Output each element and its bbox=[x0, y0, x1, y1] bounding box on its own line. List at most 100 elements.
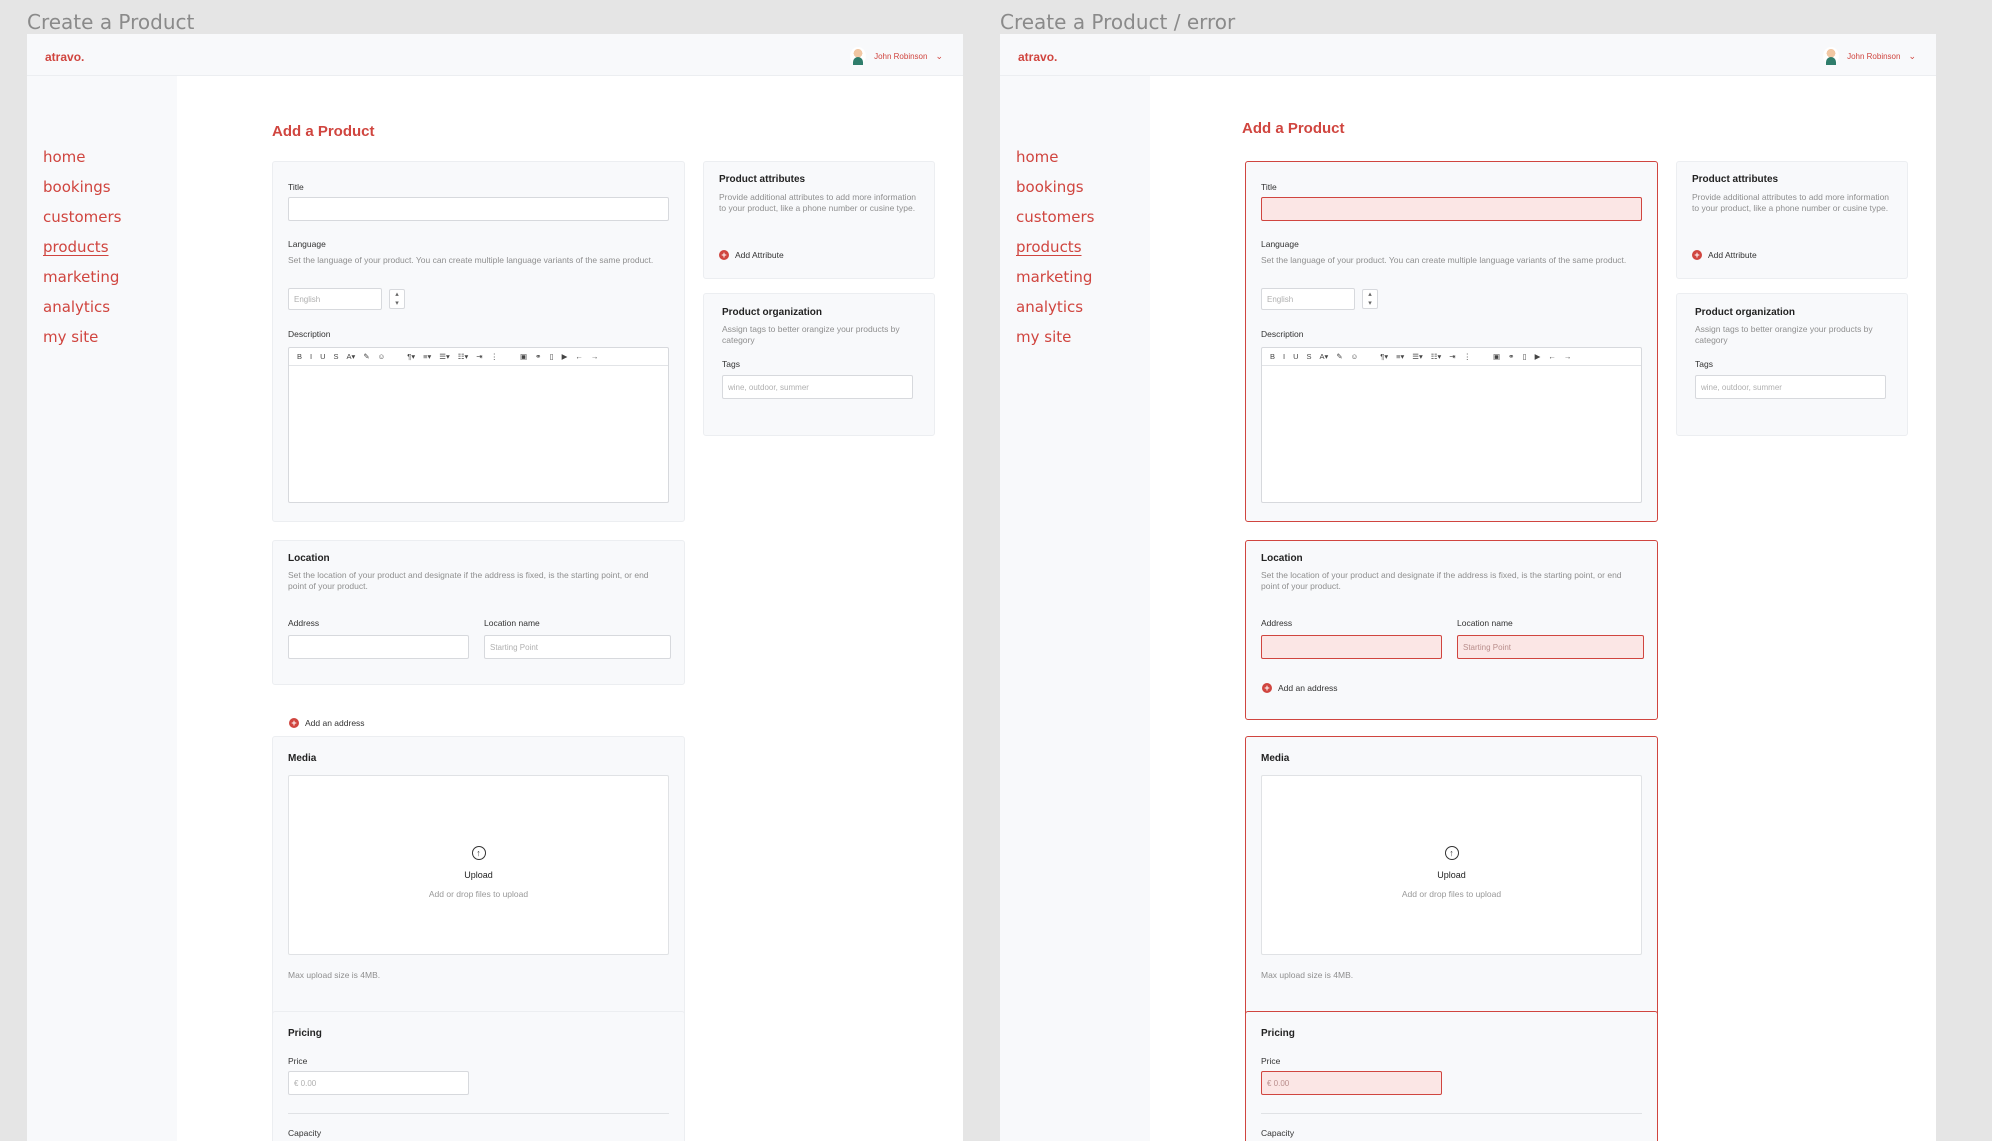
editor-toolbar: B I U S A▾ ✎ ☺ ¶▾ ≡▾ ☰▾ ☷▾ ⇥ ⋮ ▣ ⚭ ▯ ▶ ← bbox=[289, 348, 668, 366]
title-input[interactable] bbox=[288, 197, 669, 221]
description-label: Description bbox=[288, 329, 331, 339]
location-name-input[interactable]: Starting Point bbox=[484, 635, 671, 659]
avatar bbox=[1823, 47, 1840, 65]
more-icon[interactable]: ⋮ bbox=[1464, 352, 1472, 361]
nav-item-marketing[interactable]: marketing bbox=[1016, 268, 1094, 286]
nav-item-home[interactable]: home bbox=[43, 148, 121, 166]
highlight-icon[interactable]: ✎ bbox=[363, 352, 369, 361]
location-help: Set the location of your product and des… bbox=[1261, 570, 1622, 592]
nav-item-analytics[interactable]: analytics bbox=[1016, 298, 1094, 316]
nav-item-analytics[interactable]: analytics bbox=[43, 298, 121, 316]
nav-item-customers[interactable]: customers bbox=[43, 208, 121, 226]
organization-help: Assign tags to better orangize your prod… bbox=[722, 324, 900, 346]
location-name-input[interactable]: Starting Point bbox=[1457, 635, 1644, 659]
title-input[interactable] bbox=[1261, 197, 1642, 221]
add-address-link[interactable]: + Add an address bbox=[1262, 683, 1338, 693]
link-icon[interactable]: ⚭ bbox=[1508, 352, 1514, 361]
ordered-list-icon[interactable]: ☷▾ bbox=[1431, 352, 1442, 361]
language-select[interactable]: English bbox=[288, 288, 382, 310]
paragraph-icon[interactable]: ¶▾ bbox=[407, 352, 415, 361]
nav-item-products[interactable]: products bbox=[1016, 238, 1094, 256]
bold-icon[interactable]: B bbox=[1270, 352, 1275, 361]
emoji-icon[interactable]: ☺ bbox=[378, 352, 386, 361]
logo[interactable]: atravo. bbox=[1018, 50, 1057, 64]
attributes-card: Product attributes Provide additional at… bbox=[703, 161, 935, 279]
indent-icon[interactable]: ⇥ bbox=[476, 352, 482, 361]
description-editor[interactable]: B I U S A▾ ✎ ☺ ¶▾ ≡▾ ☰▾ ☷▾ ⇥ ⋮ ▣ ⚭ ▯ ▶ ← bbox=[288, 347, 669, 503]
description-editor[interactable]: B I U S A▾ ✎ ☺ ¶▾ ≡▾ ☰▾ ☷▾ ⇥ ⋮ ▣ ⚭ ▯ ▶ ← bbox=[1261, 347, 1642, 503]
underline-icon[interactable]: U bbox=[1293, 352, 1298, 361]
undo-icon[interactable]: ← bbox=[1548, 352, 1556, 361]
list-icon[interactable]: ☰▾ bbox=[1412, 352, 1423, 361]
italic-icon[interactable]: I bbox=[310, 352, 312, 361]
file-icon[interactable]: ▯ bbox=[549, 352, 553, 361]
italic-icon[interactable]: I bbox=[1283, 352, 1285, 361]
attributes-title: Product attributes bbox=[1692, 174, 1779, 185]
highlight-icon[interactable]: ✎ bbox=[1336, 352, 1342, 361]
media-card: Media ↑ Upload Add or drop files to uplo… bbox=[1245, 736, 1658, 1028]
redo-icon[interactable]: → bbox=[591, 352, 599, 361]
text-color-icon[interactable]: A▾ bbox=[1320, 352, 1329, 361]
upload-title: Upload bbox=[1437, 870, 1466, 880]
more-icon[interactable]: ⋮ bbox=[491, 352, 499, 361]
video-icon[interactable]: ▶ bbox=[1535, 352, 1541, 361]
image-icon[interactable]: ▣ bbox=[520, 352, 527, 361]
nav-item-bookings[interactable]: bookings bbox=[43, 178, 121, 196]
avatar bbox=[850, 47, 867, 65]
add-address-label: Add an address bbox=[1278, 683, 1338, 693]
emoji-icon[interactable]: ☺ bbox=[1351, 352, 1359, 361]
underline-icon[interactable]: U bbox=[320, 352, 325, 361]
indent-icon[interactable]: ⇥ bbox=[1449, 352, 1455, 361]
language-label: Language bbox=[288, 239, 326, 249]
location-card: Location Set the location of your produc… bbox=[272, 540, 685, 728]
image-icon[interactable]: ▣ bbox=[1493, 352, 1500, 361]
nav-item-products[interactable]: products bbox=[43, 238, 121, 256]
strike-icon[interactable]: S bbox=[334, 352, 339, 361]
max-upload-note: Max upload size is 4MB. bbox=[288, 970, 381, 980]
nav-item-bookings[interactable]: bookings bbox=[1016, 178, 1094, 196]
add-address-link[interactable]: + Add an address bbox=[289, 718, 365, 728]
upload-dropzone[interactable]: ↑ Upload Add or drop files to upload bbox=[1261, 775, 1642, 955]
ordered-list-icon[interactable]: ☷▾ bbox=[458, 352, 469, 361]
sidebar-nav: home bookings customers products marketi… bbox=[43, 148, 121, 358]
tags-input[interactable]: wine, outdoor, summer bbox=[1695, 375, 1886, 399]
add-attribute-link[interactable]: + Add Attribute bbox=[1692, 250, 1757, 260]
pricing-card: Pricing Price € 0.00 Capacity bbox=[1245, 1011, 1658, 1141]
list-icon[interactable]: ☰▾ bbox=[439, 352, 450, 361]
language-stepper[interactable]: ▴ ▾ bbox=[389, 289, 405, 309]
nav-item-my-site[interactable]: my site bbox=[1016, 328, 1094, 346]
file-icon[interactable]: ▯ bbox=[1522, 352, 1526, 361]
undo-icon[interactable]: ← bbox=[575, 352, 583, 361]
price-input[interactable]: € 0.00 bbox=[1261, 1071, 1442, 1095]
nav-item-customers[interactable]: customers bbox=[1016, 208, 1094, 226]
frame-label-error: Create a Product / error bbox=[1000, 10, 1236, 34]
upload-dropzone[interactable]: ↑ Upload Add or drop files to upload bbox=[288, 775, 669, 955]
nav-item-home[interactable]: home bbox=[1016, 148, 1094, 166]
topbar: atravo. John Robinson ⌄ bbox=[1000, 34, 1936, 76]
video-icon[interactable]: ▶ bbox=[562, 352, 568, 361]
address-input[interactable] bbox=[288, 635, 469, 659]
add-attribute-link[interactable]: + Add Attribute bbox=[719, 250, 784, 260]
nav-item-my-site[interactable]: my site bbox=[43, 328, 121, 346]
address-input[interactable] bbox=[1261, 635, 1442, 659]
logo[interactable]: atravo. bbox=[45, 50, 84, 64]
user-menu[interactable]: John Robinson ⌄ bbox=[1823, 47, 1916, 65]
user-menu[interactable]: John Robinson ⌄ bbox=[850, 47, 943, 65]
redo-icon[interactable]: → bbox=[1564, 352, 1572, 361]
divider bbox=[288, 1113, 669, 1114]
upload-title: Upload bbox=[464, 870, 493, 880]
tags-input[interactable]: wine, outdoor, summer bbox=[722, 375, 913, 399]
bold-icon[interactable]: B bbox=[297, 352, 302, 361]
price-label: Price bbox=[1261, 1056, 1281, 1066]
align-icon[interactable]: ≡▾ bbox=[1396, 352, 1404, 361]
link-icon[interactable]: ⚭ bbox=[535, 352, 541, 361]
language-stepper[interactable]: ▴ ▾ bbox=[1362, 289, 1378, 309]
paragraph-icon[interactable]: ¶▾ bbox=[1380, 352, 1388, 361]
align-icon[interactable]: ≡▾ bbox=[423, 352, 431, 361]
price-input[interactable]: € 0.00 bbox=[288, 1071, 469, 1095]
pricing-title: Pricing bbox=[288, 1028, 322, 1039]
text-color-icon[interactable]: A▾ bbox=[347, 352, 356, 361]
nav-item-marketing[interactable]: marketing bbox=[43, 268, 121, 286]
language-select[interactable]: English bbox=[1261, 288, 1355, 310]
strike-icon[interactable]: S bbox=[1307, 352, 1312, 361]
